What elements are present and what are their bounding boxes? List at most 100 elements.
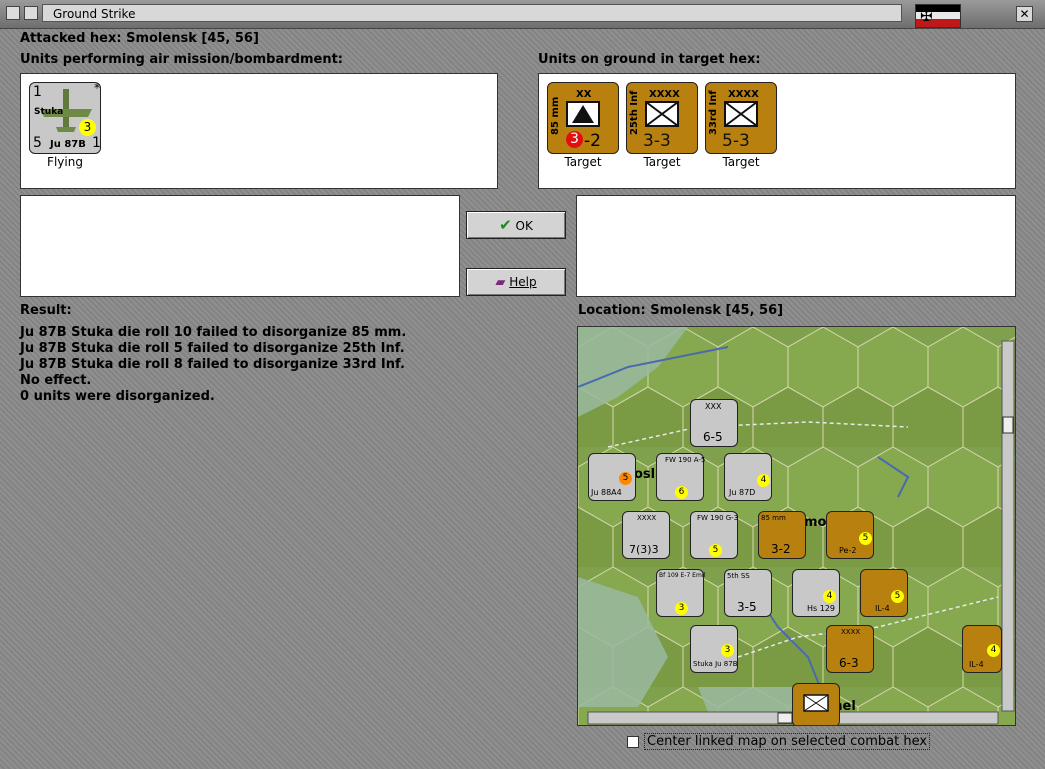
map-unit-name: FW 190 G-3 (697, 514, 739, 522)
window-title: Ground Strike (42, 4, 902, 22)
map-unit-name: Ju 88A4 (591, 488, 622, 497)
unit-star: * (94, 81, 100, 95)
map-unit-name: IL-4 (875, 604, 890, 613)
map-unit-name: Ju 87D (729, 488, 756, 497)
map-unit-rating: 6 (675, 486, 688, 499)
ground-unit-status: Target (722, 155, 760, 169)
map-unit-name: IL-4 (969, 660, 984, 669)
unit-bottom-left-value: 5 (33, 135, 42, 151)
help-button[interactable]: ▰ Help (466, 268, 566, 296)
unit-rating-a: 3 (566, 131, 583, 148)
center-map-checkbox[interactable] (627, 736, 639, 748)
map-unit-name: Hs 129 (807, 604, 835, 613)
map-unit-counter[interactable] (792, 683, 840, 725)
unit-size: XX (576, 89, 592, 100)
map-unit-rating: 6-5 (703, 430, 723, 444)
checkmark-icon: ✔ (499, 216, 512, 234)
map-unit-rating: 6-3 (839, 656, 859, 670)
map-unit-counter[interactable]: Ju 87D 4 (724, 453, 772, 501)
help-button-label: Help (509, 275, 537, 289)
unit-rating-b: -2 (584, 131, 601, 151)
close-icon[interactable]: ✕ (1016, 6, 1033, 22)
ground-unit-status: Target (643, 155, 681, 169)
infantry-symbol-icon (803, 694, 829, 712)
location-label: Location: Smolensk [45, 56] (578, 303, 784, 318)
map-unit-rating: 3 (721, 644, 734, 657)
unit-size: XXXX (649, 89, 680, 100)
ground-units-label: Units on ground in target hex: (538, 52, 761, 67)
attacker-info-panel (20, 195, 460, 297)
air-units-label: Units performing air mission/bombardment… (20, 52, 344, 67)
ground-unit-counter[interactable]: 33rd Inf XXXX 5-3 (705, 82, 777, 154)
air-units-panel: 1 * Stuka 3 5 Ju 87B 1 Flying (20, 73, 498, 189)
map-unit-rating: 5 (891, 590, 904, 603)
map-unit-counter[interactable]: 85 mm 3-2 (758, 511, 806, 559)
title-bar[interactable]: Ground Strike ✠ ✕ (0, 0, 1045, 29)
map-unit-rating: 3-2 (771, 542, 791, 556)
map-unit-name: Bf 109 E-7 Emil (659, 572, 706, 579)
map-unit-size: XXXX (841, 628, 861, 636)
system-menu-icon[interactable] (6, 6, 20, 20)
result-line: 0 units were disorganized. (20, 389, 215, 404)
map-unit-counter[interactable]: XXXX 7(3)3 (622, 511, 670, 559)
unit-id: 85 mm (550, 96, 561, 135)
map-unit-counter[interactable]: XXX 6-5 (690, 399, 738, 447)
map-unit-rating: 3 (675, 602, 688, 615)
defender-info-panel (576, 195, 1016, 297)
unit-badge: 3 (79, 119, 96, 136)
help-book-icon: ▰ (495, 275, 506, 290)
ground-unit-status: Target (564, 155, 602, 169)
map-unit-rating: 7(3)3 (629, 543, 659, 556)
hex-map[interactable]: osl mo mel XXX 6-5 Ju 88A4 5 FW 190 A-5 … (577, 326, 1016, 726)
infantry-symbol-icon (724, 101, 758, 127)
minimize-icon[interactable] (24, 6, 38, 20)
map-unit-rating: 5 (709, 544, 722, 557)
center-map-label[interactable]: Center linked map on selected combat hex (644, 733, 931, 750)
ok-button[interactable]: ✔ OK (466, 211, 566, 239)
result-line: Ju 87B Stuka die roll 5 failed to disorg… (20, 341, 405, 356)
map-town-label: mo (804, 515, 827, 530)
ground-unit-counter[interactable]: 25th Inf XXXX 3-3 (626, 82, 698, 154)
infantry-symbol-icon (645, 101, 679, 127)
result-line: No effect. (20, 373, 92, 388)
map-unit-name: Pe-2 (839, 546, 857, 555)
result-label: Result: (20, 303, 72, 318)
map-unit-counter[interactable]: FW 190 G-3 5 (690, 511, 738, 559)
unit-rating: 3-3 (643, 131, 671, 151)
unit-id: 25th Inf (629, 90, 640, 136)
map-unit-counter[interactable]: Ju 88A4 5 (588, 453, 636, 501)
result-line: Ju 87B Stuka die roll 10 failed to disor… (20, 325, 407, 340)
map-unit-counter[interactable]: IL-4 5 (860, 569, 908, 617)
map-unit-size: XXXX (637, 514, 657, 522)
air-unit-counter[interactable]: 1 * Stuka 3 5 Ju 87B 1 (29, 81, 101, 154)
unit-type: Ju 87B (50, 139, 86, 150)
map-unit-counter[interactable]: Bf 109 E-7 Emil 3 (656, 569, 706, 617)
unit-name: Stuka (34, 107, 64, 117)
map-unit-name: Stuka Ju 87B (693, 660, 738, 668)
map-town-label: osl (634, 467, 656, 482)
unit-id: 33rd Inf (708, 90, 719, 135)
map-unit-counter[interactable]: Pe-2 5 (826, 511, 874, 559)
map-unit-name: 5th SS (727, 572, 750, 580)
german-flag-icon: ✠ (915, 4, 961, 28)
unit-size: XXXX (728, 89, 759, 100)
air-unit-status: Flying (47, 155, 83, 169)
map-unit-counter[interactable]: 5th SS 3-5 (724, 569, 772, 617)
map-unit-counter[interactable]: XXXX 6-3 (826, 625, 874, 673)
map-unit-rating: 4 (757, 474, 770, 487)
map-unit-counter[interactable]: Stuka Ju 87B 3 (690, 625, 738, 673)
map-unit-counter[interactable]: Hs 129 4 (792, 569, 840, 617)
ground-unit-counter[interactable]: 85 mm XX 3 -2 (547, 82, 619, 154)
unit-rating: 5-3 (722, 131, 750, 151)
map-unit-rating: 3-5 (737, 600, 757, 614)
map-unit-counter[interactable]: IL-4 4 (962, 625, 1002, 673)
result-line: Ju 87B Stuka die roll 8 failed to disorg… (20, 357, 405, 372)
map-unit-size: XXX (705, 402, 722, 411)
map-unit-rating: 5 (619, 472, 632, 485)
map-unit-rating: 4 (823, 590, 836, 603)
map-unit-rating: 5 (859, 532, 872, 545)
map-unit-name: 85 mm (761, 514, 786, 522)
artillery-symbol-icon (566, 101, 600, 127)
ok-button-label: OK (515, 219, 533, 233)
map-unit-counter[interactable]: FW 190 A-5 6 (656, 453, 705, 501)
